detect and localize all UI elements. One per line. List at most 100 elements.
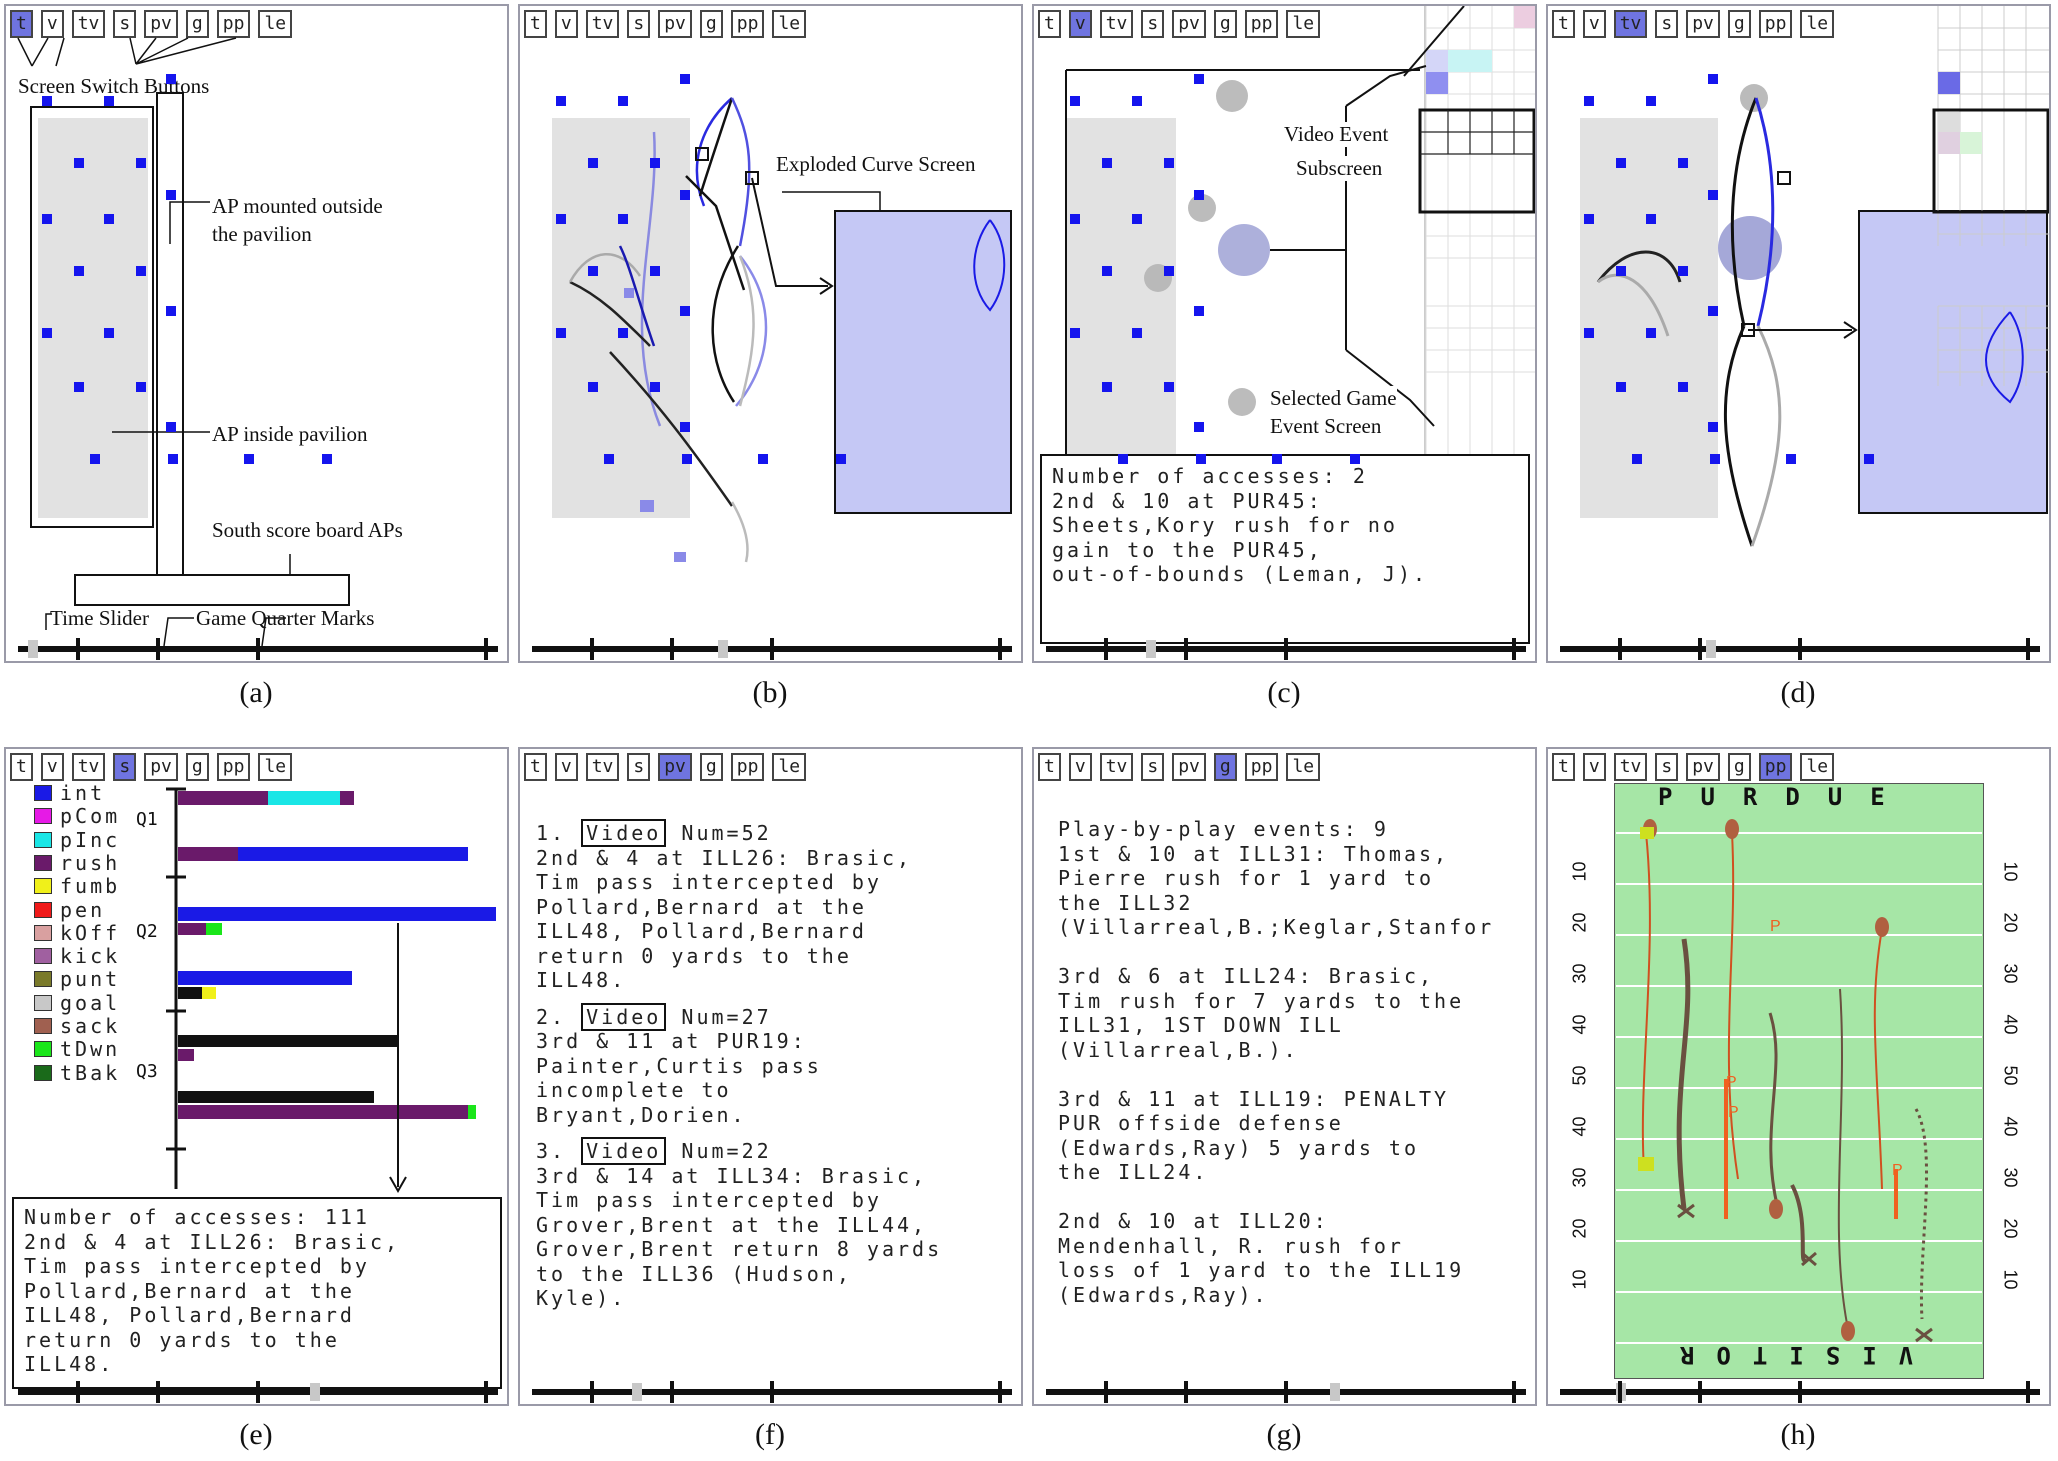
access-point-marker[interactable]: [1710, 454, 1720, 464]
access-point-marker[interactable]: [166, 306, 176, 316]
access-point-marker[interactable]: [588, 266, 598, 276]
time-slider-thumb[interactable]: [1330, 1383, 1340, 1401]
access-point-marker[interactable]: [104, 328, 114, 338]
access-point-marker[interactable]: [1118, 454, 1128, 464]
access-point-marker[interactable]: [1678, 266, 1688, 276]
access-point-marker[interactable]: [1584, 328, 1594, 338]
access-point-marker[interactable]: [1678, 382, 1688, 392]
access-point-marker[interactable]: [1194, 422, 1204, 432]
access-point-marker[interactable]: [618, 214, 628, 224]
access-point-marker[interactable]: [1584, 96, 1594, 106]
time-slider-thumb[interactable]: [632, 1383, 642, 1401]
time-slider-thumb[interactable]: [310, 1383, 320, 1401]
switch-button-le[interactable]: le: [772, 753, 807, 781]
switch-button-g[interactable]: g: [699, 753, 723, 781]
time-slider-thumb[interactable]: [1706, 640, 1716, 658]
video-item-1[interactable]: 1. Video Num=52 2nd & 4 at ILL26: Brasic…: [536, 819, 1016, 993]
access-point-marker[interactable]: [618, 96, 628, 106]
switch-button-t[interactable]: t: [524, 753, 547, 781]
access-point-marker[interactable]: [1102, 266, 1112, 276]
access-point-marker[interactable]: [680, 422, 690, 432]
video-link[interactable]: Video: [581, 1002, 667, 1031]
access-point-marker[interactable]: [1646, 96, 1656, 106]
access-point-marker[interactable]: [166, 190, 176, 200]
access-point-marker[interactable]: [1164, 266, 1174, 276]
access-point-marker[interactable]: [1132, 328, 1142, 338]
video-link[interactable]: Video: [581, 819, 667, 847]
access-point-marker[interactable]: [1196, 454, 1206, 464]
access-point-marker[interactable]: [1786, 454, 1796, 464]
access-point-marker[interactable]: [1132, 214, 1142, 224]
access-point-marker[interactable]: [1864, 454, 1874, 464]
access-point-marker[interactable]: [166, 422, 176, 432]
access-point-marker[interactable]: [1616, 266, 1626, 276]
switch-button-g[interactable]: g: [1213, 753, 1237, 781]
switch-button-pp[interactable]: pp: [1244, 753, 1279, 781]
access-point-marker[interactable]: [1102, 158, 1112, 168]
switch-button-tv[interactable]: tv: [1099, 753, 1134, 781]
access-point-marker[interactable]: [1194, 74, 1204, 84]
switch-button-le[interactable]: le: [1286, 753, 1321, 781]
access-point-marker[interactable]: [680, 74, 690, 84]
access-point-marker[interactable]: [1194, 190, 1204, 200]
video-item-3[interactable]: 3. Video Num=22 3rd & 14 at ILL34: Brasi…: [536, 1137, 1016, 1311]
access-point-marker[interactable]: [618, 328, 628, 338]
access-point-marker[interactable]: [758, 454, 768, 464]
access-point-marker[interactable]: [168, 454, 178, 464]
switch-button-v[interactable]: v: [554, 753, 578, 781]
time-slider-thumb[interactable]: [718, 640, 728, 658]
access-point-marker[interactable]: [1646, 214, 1656, 224]
switch-button-v[interactable]: v: [1068, 753, 1092, 781]
access-point-marker[interactable]: [244, 454, 254, 464]
access-point-marker[interactable]: [322, 454, 332, 464]
access-point-marker[interactable]: [104, 214, 114, 224]
switch-button-tv[interactable]: tv: [585, 753, 620, 781]
switch-button-s[interactable]: s: [1141, 753, 1165, 781]
switch-button-pv[interactable]: pv: [1172, 753, 1206, 781]
access-point-marker[interactable]: [680, 190, 690, 200]
switch-button-pv[interactable]: pv: [658, 753, 692, 781]
access-point-marker[interactable]: [1164, 382, 1174, 392]
switch-button-t[interactable]: t: [1038, 753, 1061, 781]
access-point-marker[interactable]: [1616, 382, 1626, 392]
access-point-marker[interactable]: [42, 328, 52, 338]
access-point-marker[interactable]: [682, 454, 692, 464]
access-point-marker[interactable]: [588, 382, 598, 392]
access-point-marker[interactable]: [650, 158, 660, 168]
access-point-marker[interactable]: [588, 158, 598, 168]
time-slider-thumb[interactable]: [28, 640, 38, 658]
access-point-marker[interactable]: [74, 266, 84, 276]
access-point-marker[interactable]: [104, 96, 114, 106]
access-point-marker[interactable]: [42, 96, 52, 106]
time-slider-thumb[interactable]: [1146, 640, 1156, 658]
access-point-marker[interactable]: [166, 74, 176, 84]
access-point-marker[interactable]: [556, 96, 566, 106]
access-point-marker[interactable]: [1708, 74, 1718, 84]
access-point-marker[interactable]: [136, 266, 146, 276]
access-point-marker[interactable]: [1164, 158, 1174, 168]
access-point-marker[interactable]: [74, 158, 84, 168]
access-point-marker[interactable]: [1708, 422, 1718, 432]
access-point-marker[interactable]: [1070, 96, 1080, 106]
access-point-marker[interactable]: [1102, 382, 1112, 392]
access-point-marker[interactable]: [136, 158, 146, 168]
access-point-marker[interactable]: [42, 214, 52, 224]
access-point-marker[interactable]: [74, 382, 84, 392]
switch-button-s[interactable]: s: [627, 753, 651, 781]
access-point-marker[interactable]: [136, 382, 146, 392]
access-point-marker[interactable]: [1584, 214, 1594, 224]
access-point-marker[interactable]: [90, 454, 100, 464]
access-point-marker[interactable]: [1678, 158, 1688, 168]
video-item-2[interactable]: 2. Video Num=27 3rd & 11 at PUR19: Paint…: [536, 1002, 1016, 1128]
access-point-marker[interactable]: [1272, 454, 1282, 464]
access-point-marker[interactable]: [650, 266, 660, 276]
access-point-marker[interactable]: [1070, 214, 1080, 224]
video-link[interactable]: Video: [581, 1137, 667, 1165]
access-point-marker[interactable]: [836, 454, 846, 464]
access-point-marker[interactable]: [1070, 328, 1080, 338]
access-point-marker[interactable]: [1616, 158, 1626, 168]
access-point-marker[interactable]: [556, 328, 566, 338]
access-point-marker[interactable]: [1350, 454, 1360, 464]
access-point-marker[interactable]: [1708, 190, 1718, 200]
access-point-marker[interactable]: [680, 306, 690, 316]
